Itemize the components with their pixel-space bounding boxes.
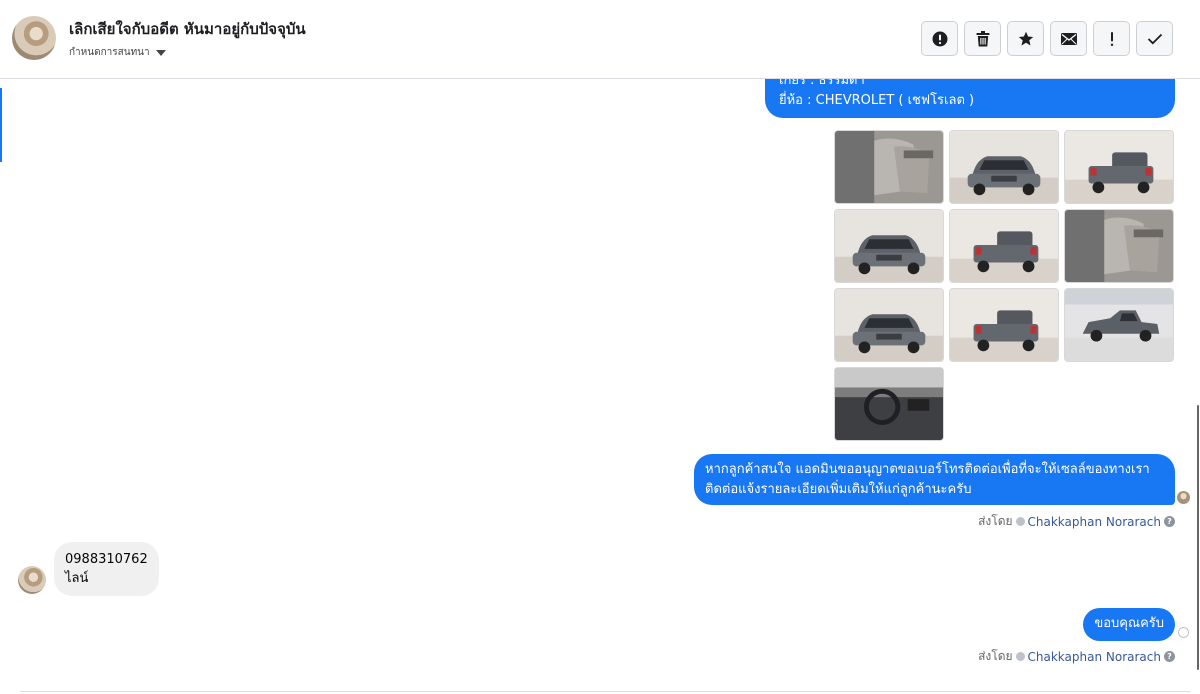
sent-by-prefix: ส่งโดย (978, 514, 1013, 528)
verified-icon (1015, 517, 1025, 526)
sent-status-icon (1178, 627, 1189, 638)
conversation-selected-indicator (0, 88, 2, 162)
sent-by-label: ส่งโดย Chakkaphan Norarach ? (978, 512, 1175, 531)
contact-avatar[interactable] (12, 16, 56, 60)
spec-line-brand: ยี่ห้อ : CHEVROLET ( เชฟโรเลต ) (779, 93, 975, 108)
alert-circle-icon (932, 31, 947, 46)
message-line: ติดต่อแจ้งรายละเอียดเพิ่มเติมให้แก่ลูกค้… (705, 482, 972, 497)
important-button[interactable] (1093, 21, 1130, 56)
done-button[interactable] (1136, 21, 1173, 56)
message-line: 0988310762 (65, 552, 148, 567)
photo-front-angle[interactable] (834, 288, 944, 362)
caret-down-icon (155, 49, 166, 56)
car-photo-image (950, 289, 1058, 361)
star-button[interactable] (1007, 21, 1044, 56)
car-photo-image (950, 131, 1058, 203)
photo-front-quarter[interactable] (834, 209, 944, 283)
conversation-header: เลิกเสียใจกับอดีต หันมาอยู่กับปัจจุบัน ก… (0, 0, 1200, 79)
conversation-schedule-label: กำหนดการสนทนา (69, 47, 150, 58)
car-photo-image (950, 210, 1058, 282)
photo-rear-straight[interactable] (949, 288, 1059, 362)
photo-dashboard[interactable] (834, 367, 944, 441)
star-icon (1018, 31, 1033, 45)
car-photo-image (835, 368, 943, 440)
photo-rear-seat[interactable] (1064, 209, 1174, 283)
car-photo-image (835, 289, 943, 361)
car-photo-image (835, 210, 943, 282)
sent-by-label: ส่งโดย Chakkaphan Norarach ? (978, 647, 1175, 666)
message-line: ไลน์ (65, 571, 89, 586)
incoming-message-phone[interactable]: 0988310762 ไลน์ (54, 542, 159, 596)
trash-icon (976, 30, 989, 46)
car-photo-image (1065, 289, 1173, 361)
photo-front-view[interactable] (949, 130, 1059, 204)
composer-divider (20, 691, 1190, 692)
verified-icon (1015, 652, 1025, 661)
help-icon[interactable]: ? (1164, 516, 1175, 527)
photo-attachment-grid (834, 130, 1174, 441)
photo-interior-seat[interactable] (834, 130, 944, 204)
delete-button[interactable] (964, 21, 1001, 56)
photo-rear-quarter[interactable] (949, 209, 1059, 283)
scrollbar-thumb[interactable] (1197, 405, 1199, 670)
sender-name-link[interactable]: Chakkaphan Norarach (1028, 650, 1161, 664)
check-icon (1147, 33, 1162, 44)
outgoing-message-request-phone[interactable]: หากลูกค้าสนใจ แอดมินขออนุญาตขอเบอร์โทรติ… (694, 454, 1175, 505)
exclamation-icon (1110, 31, 1113, 46)
seen-avatar (1177, 491, 1190, 504)
car-photo-image (1065, 131, 1173, 203)
message-line: หากลูกค้าสนใจ แอดมินขออนุญาตขอเบอร์โทรติ… (705, 462, 1150, 477)
report-button[interactable] (921, 21, 958, 56)
help-icon[interactable]: ? (1164, 651, 1175, 662)
sender-name-link[interactable]: Chakkaphan Norarach (1028, 515, 1161, 529)
header-toolbar (921, 21, 1173, 56)
contact-name[interactable]: เลิกเสียใจกับอดีต หันมาอยู่กับปัจจุบัน (69, 17, 306, 41)
conversation-schedule-dropdown[interactable]: กำหนดการสนทนา (69, 45, 166, 60)
sent-by-prefix: ส่งโดย (978, 649, 1013, 663)
photo-side-view[interactable] (1064, 288, 1174, 362)
photo-rear-view[interactable] (1064, 130, 1174, 204)
envelope-icon (1060, 32, 1077, 45)
contact-avatar-small (18, 566, 46, 594)
mark-unread-button[interactable] (1050, 21, 1087, 56)
car-photo-image (835, 131, 943, 203)
outgoing-message-thanks[interactable]: ขอบคุณครับ (1083, 608, 1175, 641)
car-photo-image (1065, 210, 1173, 282)
